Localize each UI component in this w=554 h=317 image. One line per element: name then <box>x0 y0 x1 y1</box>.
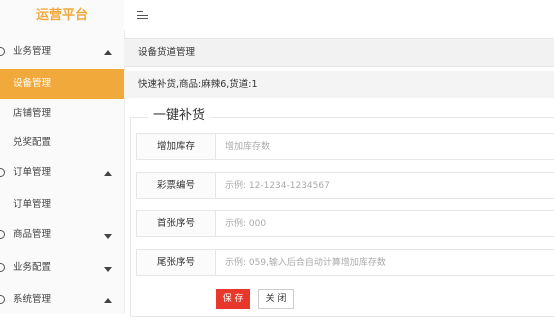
collapse-arrow-icon <box>104 50 112 55</box>
form-legend: 一键补货 <box>148 108 211 124</box>
form-row-add-stock: 增加库存 <box>136 133 554 160</box>
sidebar-group-business[interactable]: 业务管理 <box>0 37 124 67</box>
first-serial-input[interactable] <box>215 210 554 237</box>
close-button[interactable]: 关 闭 <box>258 289 294 309</box>
circle-icon <box>0 263 5 272</box>
info-text: 快速补货,商品:麻辣6,货道:1 <box>138 79 258 90</box>
sidebar-group-system[interactable]: 系统管理 <box>0 285 124 315</box>
sidebar-item-orders[interactable]: 订单管理 <box>0 190 124 220</box>
field-label: 尾张序号 <box>136 249 216 276</box>
sidebar-group-products[interactable]: 商品管理 <box>0 220 124 250</box>
sidebar-item-prize[interactable]: 兑奖配置 <box>0 128 124 158</box>
sidebar-item-label: 订单管理 <box>13 167 52 178</box>
page-title: 设备货道管理 <box>138 47 196 58</box>
sidebar-item-label: 设备管理 <box>13 78 52 89</box>
last-serial-input[interactable] <box>215 249 554 276</box>
add-stock-input[interactable] <box>215 133 554 160</box>
field-label: 彩票编号 <box>136 172 216 199</box>
sidebar-item-label: 业务管理 <box>13 46 52 57</box>
save-button[interactable]: 保 存 <box>216 289 250 309</box>
top-bar <box>124 0 554 30</box>
sidebar-group-config[interactable]: 业务配置 <box>0 253 124 283</box>
field-label: 首张序号 <box>136 210 216 237</box>
gear-icon <box>0 295 5 304</box>
sidebar-item-store[interactable]: 店铺管理 <box>0 99 124 129</box>
page-tab-bar: 设备货道管理 <box>124 38 554 67</box>
collapse-arrow-icon <box>104 171 112 176</box>
sidebar-item-device[interactable]: 设备管理 <box>0 69 124 99</box>
expand-arrow-icon <box>104 234 112 239</box>
info-bar: 快速补货,商品:麻辣6,货道:1 <box>124 71 554 98</box>
circle-icon <box>0 47 5 56</box>
form-row-ticket-number: 彩票编号 <box>136 172 554 199</box>
expand-arrow-icon <box>104 267 112 272</box>
form-row-last-serial: 尾张序号 <box>136 249 554 276</box>
sidebar: 运营平台 业务管理 设备管理 店铺管理 兑奖配置 订单管理 订单管理 商品管理 … <box>0 0 125 314</box>
form-row-first-serial: 首张序号 <box>136 210 554 237</box>
ticket-number-input[interactable] <box>215 172 554 199</box>
brand-logo: 运营平台 <box>35 8 88 23</box>
sidebar-item-label: 系统管理 <box>13 294 52 305</box>
sidebar-group-orders[interactable]: 订单管理 <box>0 158 124 188</box>
collapse-arrow-icon <box>104 298 112 303</box>
sidebar-item-label: 兑奖配置 <box>13 137 52 148</box>
field-label: 增加库存 <box>136 133 216 160</box>
circle-icon <box>0 168 5 177</box>
sidebar-item-label: 订单管理 <box>13 199 52 210</box>
sidebar-item-label: 业务配置 <box>13 262 52 273</box>
sidebar-item-label: 店铺管理 <box>13 108 52 119</box>
circle-icon <box>0 230 5 239</box>
sidebar-item-label: 商品管理 <box>13 229 52 240</box>
hamburger-icon[interactable] <box>137 10 148 20</box>
